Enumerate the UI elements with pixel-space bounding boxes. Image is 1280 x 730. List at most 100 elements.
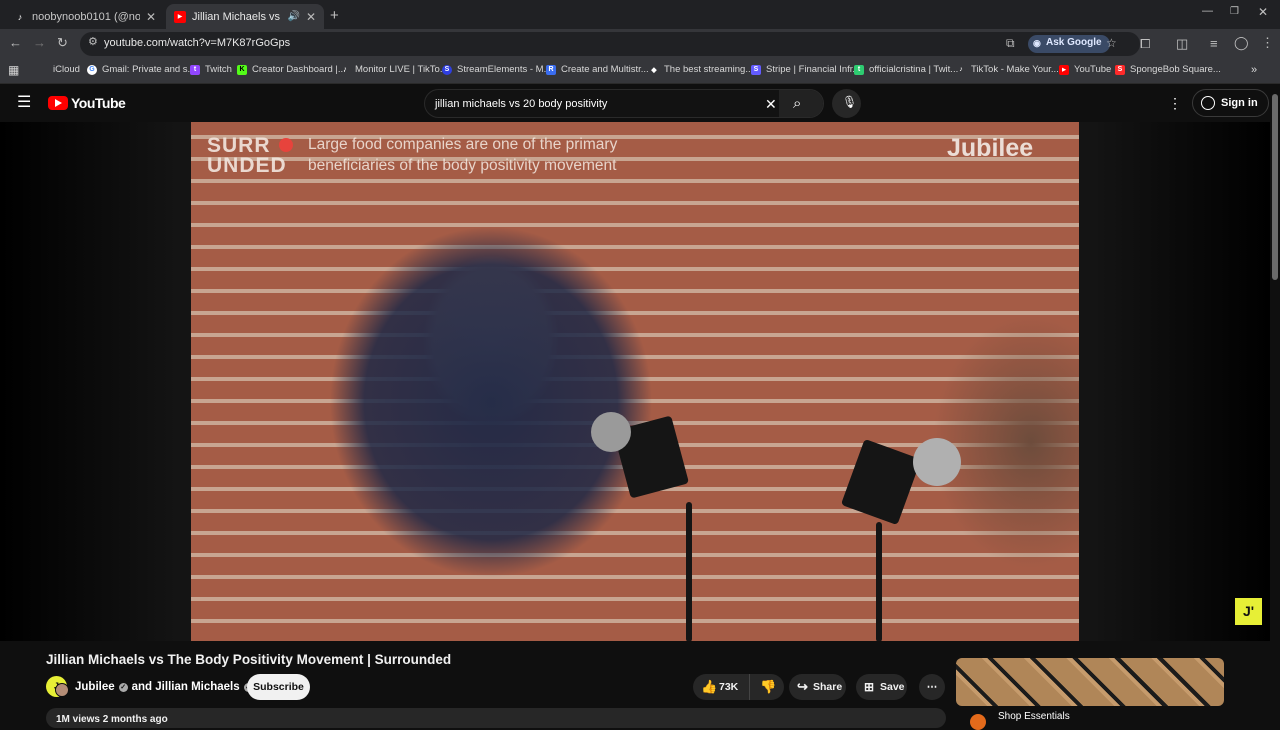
subscribe-button[interactable]: Subscribe [247,674,310,700]
bookmark-creator-dashboard[interactable]: K Creator Dashboard |... [237,64,346,75]
more-actions-button[interactable]: ⋯ [919,674,945,700]
microphone-head [591,412,631,452]
advertiser-avatar[interactable] [970,714,986,730]
bookmark-icloud[interactable]: iCloud [38,64,80,75]
channel-names[interactable]: Jubilee ✓ and Jillian Michaels ✓ [75,681,253,693]
dislike-button[interactable]: 👎 [749,674,784,700]
bookmark-streamelements[interactable]: S StreamElements - M... [442,64,552,75]
bookmark-restream[interactable]: R Create and Multistr... [546,64,649,75]
reload-icon[interactable]: ↻ [57,36,68,49]
more-bookmarks-icon[interactable]: » [1251,64,1257,76]
microphone-icon: 🎙 [842,95,858,109]
stripe-icon: S [751,64,761,75]
tiktok-icon: ♪ [17,11,23,22]
minimize-icon[interactable]: — [1202,6,1213,17]
youtube-icon: ▶ [174,10,186,23]
apple-icon [38,65,48,75]
search-query: jillian michaels vs 20 body positivity [435,98,608,110]
search-input[interactable]: jillian michaels vs 20 body positivity ✕… [424,89,824,118]
page-scrollbar[interactable] [1270,84,1280,720]
share-icon: ↪ [797,679,808,694]
close-tab-icon[interactable]: ✕ [306,10,316,24]
description-box[interactable]: 1M views 2 months ago [46,708,946,728]
kick-icon: K [237,64,247,75]
like-button[interactable]: 👍 73K [693,674,745,700]
thumbs-up-icon: 👍 [701,679,718,694]
close-window-icon[interactable]: ✕ [1258,6,1268,18]
close-tab-icon[interactable]: ✕ [146,10,156,24]
hamburger-menu-icon[interactable]: ☰ [17,95,31,111]
apps-icon[interactable]: ▦ [8,63,19,77]
twitch-green-icon: t [854,64,864,75]
mic-stand [876,522,882,641]
bookmark-tiktok[interactable]: ♪ TikTok - Make Your... [956,64,1059,75]
search-button[interactable]: ⌕ [779,90,823,117]
thumbs-down-icon: 👎 [760,679,777,694]
ask-google-button[interactable]: ◉ Ask Google [1028,35,1110,53]
bookmark-star-icon[interactable]: ☆ [1106,37,1117,49]
video-caption-overlay: Large food companies are one of the prim… [308,136,618,174]
browser-toolbar: ← → ↻ ⚙ youtube.com/watch?v=M7K87rGoGps … [0,29,1280,58]
collaborator-name[interactable]: and Jillian Michaels [132,681,240,693]
youtube-icon: ▶ [1059,64,1069,75]
bookmark-tiktok-monitor[interactable]: ♪ Monitor LIVE | TikTo... [340,64,448,75]
url-text: youtube.com/watch?v=M7K87rGoGps [104,37,291,49]
account-icon [1201,96,1215,110]
voice-search-button[interactable]: 🎙 [832,89,861,118]
bookmark-stripe[interactable]: S Stripe | Financial Infr... [751,64,860,75]
split-view-icon[interactable]: ◫ [1176,37,1188,50]
search-icon: ⌕ [793,95,802,112]
new-tab-icon[interactable]: + [330,8,339,23]
youtube-logo[interactable]: YouTube [48,95,126,111]
bookmark-twitch[interactable]: t Twitch [190,64,232,75]
address-bar[interactable]: ⚙ youtube.com/watch?v=M7K87rGoGps ⧉ ◉ As… [80,32,1140,56]
install-icon[interactable]: ⧉ [1006,37,1015,49]
channel-watermark-badge[interactable]: J' [1235,598,1262,625]
video-player[interactable]: SURR UNDED Large food companies are one … [191,122,1079,641]
scrollbar-thumb[interactable] [1272,94,1278,280]
mic-stand [686,502,692,641]
youtube-play-icon [48,96,68,110]
streamelements-icon: S [442,64,452,75]
bookmark-youtube[interactable]: ▶ YouTube [1059,64,1111,75]
restream-icon: R [546,64,556,75]
browser-tab-strip: ♪ noobynoob0101 (@noobynoo ✕ ▶ Jillian M… [0,0,1280,29]
google-lens-icon: ◉ [1033,38,1041,48]
spongebob-icon: S [1115,64,1125,75]
tiktok-icon: ♪ [959,66,963,73]
bookmark-streaming[interactable]: ◆ The best streaming... [649,64,753,75]
bookmark-gmail[interactable]: G Gmail: Private and s... [87,64,195,75]
save-playlist-icon: ⊞ [864,680,875,694]
tab-youtube[interactable]: ▶ Jillian Michaels vs The Body 🔊 ✕ [166,4,324,29]
audio-icon[interactable]: 🔊 [287,11,299,22]
channel-name[interactable]: Jubilee [75,681,115,693]
twitch-icon: t [190,64,200,75]
jubilee-watermark: Jubilee [947,134,1034,162]
collaborator-avatar[interactable] [55,683,69,697]
sponsored-thumbnail[interactable] [956,658,1224,706]
restore-icon[interactable]: ❐ [1230,7,1239,17]
forward-icon[interactable]: → [33,36,46,49]
clear-search-icon[interactable]: ✕ [765,97,777,111]
share-button[interactable]: ↪ Share [789,674,846,700]
bookmark-spongebob[interactable]: S SpongeBob Square... [1115,64,1221,75]
video-title: Jillian Michaels vs The Body Positivity … [46,652,452,667]
menu-icon[interactable]: ⋮ [1261,36,1274,49]
save-button[interactable]: ⊞ Save [856,674,907,700]
surrounded-logo-dot [279,138,293,152]
google-icon: G [87,64,97,75]
tab-tiktok[interactable]: ♪ noobynoob0101 (@noobynoo ✕ [6,4,164,29]
profile-icon[interactable]: ◯ [1234,36,1249,49]
site-info-icon[interactable]: ⚙ [88,37,98,48]
more-horizontal-icon: ⋯ [926,681,938,693]
settings-menu-icon[interactable]: ⋮ [1168,96,1182,110]
media-controls-icon[interactable]: ≡ [1210,37,1218,50]
like-dislike-group: 👍 73K 👎 [693,674,784,700]
extensions-icon[interactable]: ⧠ [1140,37,1150,50]
diamond-icon: ◆ [651,66,657,74]
sign-in-button[interactable]: Sign in [1192,89,1269,117]
youtube-header: ☰ YouTube jillian michaels vs 20 body po… [0,84,1270,122]
advertiser-name[interactable]: Shop Essentials [998,711,1070,722]
back-icon[interactable]: ← [9,36,22,49]
bookmark-officialcristina[interactable]: t officialcristina | Twit... [854,64,958,75]
